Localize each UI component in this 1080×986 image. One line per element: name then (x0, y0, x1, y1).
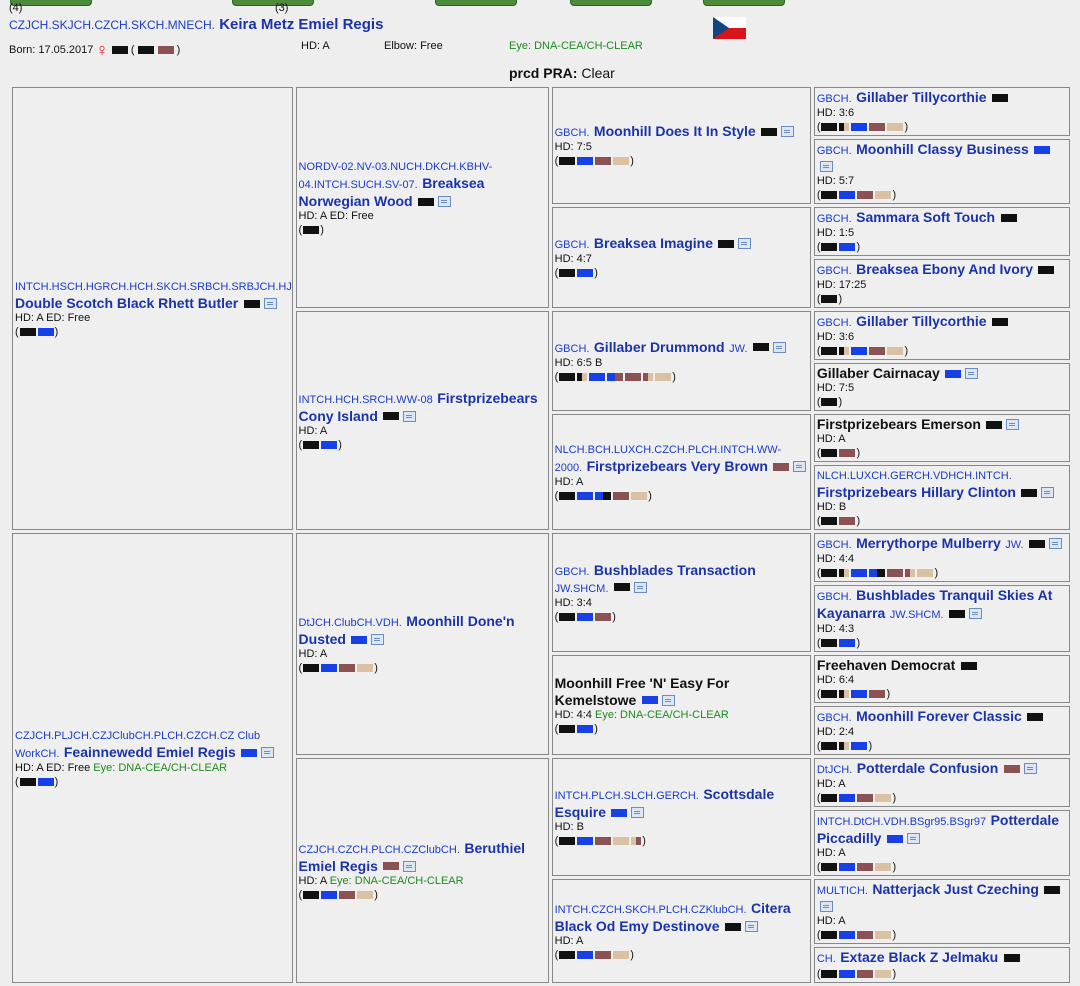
pedigree-cell[interactable]: Gillaber Cairnacay HD: 7:5 () (813, 363, 1070, 411)
pedigree-cell[interactable]: INTCH.PLCH.SLCH.GERCH. Scottsdale Esquir… (551, 758, 811, 876)
pedigree-cell[interactable]: GBCH. Breaksea Imagine HD: 4:7 () (551, 207, 811, 308)
dog-link[interactable]: Breaksea Imagine (594, 235, 713, 251)
pedigree-cell[interactable]: GBCH. Gillaber Tillycorthie HD: 3:6 () (813, 311, 1070, 360)
dog-link[interactable]: Natterjack Just Czeching (872, 881, 1039, 897)
color-swatch (111, 46, 128, 54)
dog-link[interactable]: Moonhill Classy Business (856, 141, 1029, 157)
pedigree-cell[interactable]: INTCH.CZCH.SKCH.PLCH.CZKlubCH. Citera Bl… (551, 879, 811, 983)
document-icon[interactable] (261, 747, 275, 759)
dog-link[interactable]: Firstprizebears Emerson (817, 416, 981, 432)
pedigree-cell[interactable]: GBCH. Bushblades Transaction JW.SHCM. HD… (551, 533, 811, 652)
document-icon[interactable] (403, 410, 417, 422)
dog-link[interactable]: Moonhill Forever Classic (856, 708, 1022, 724)
pedigree-cell[interactable]: NLCH.BCH.LUXCH.CZCH.PLCH.INTCH.WW-2000. … (551, 414, 811, 530)
dog-link[interactable]: Double Scotch Black Rhett Butler (15, 295, 238, 311)
elbow-result: Elbow: Free (384, 40, 443, 52)
czech-flag-icon (713, 17, 746, 39)
eye-result: Eye: DNA-CEA/CH-CLEAR (509, 40, 643, 52)
dog-link[interactable]: Merrythorpe Mulberry (856, 535, 1001, 551)
pedigree-cell[interactable]: Moonhill Free 'N' Easy For Kemelstowe HD… (551, 655, 811, 755)
document-icon[interactable] (1023, 763, 1037, 775)
pedigree-cell[interactable]: GBCH. Merrythorpe Mulberry JW. HD: 4:4 (… (813, 533, 1070, 582)
dog-link[interactable]: Gillaber Tillycorthie (856, 313, 986, 329)
document-icon[interactable] (781, 126, 795, 138)
color-swatch (157, 46, 174, 54)
litter-count-left: (4) (9, 2, 23, 14)
dog-link[interactable]: Breaksea Ebony And Ivory (856, 261, 1033, 277)
document-icon[interactable] (906, 833, 920, 845)
pra-result: prcd PRA: Clear (509, 65, 615, 81)
pedigree-cell[interactable]: GBCH. Gillaber Tillycorthie HD: 3:6 () (813, 87, 1070, 136)
dog-link[interactable]: Sammara Soft Touch (856, 209, 995, 225)
dog-link[interactable]: Gillaber Tillycorthie (856, 89, 986, 105)
document-icon[interactable] (263, 298, 277, 310)
dog-link[interactable]: Moonhill Does It In Style (594, 123, 756, 139)
dog-link[interactable]: Gillaber Drummond (594, 339, 725, 355)
born-row: Born: 17.05.2017 ♀ () (9, 40, 181, 60)
pedigree-cell[interactable]: NORDV-02.NV-03.NUCH.DKCH.KBHV-04.INTCH.S… (295, 87, 549, 308)
document-icon[interactable] (661, 694, 675, 706)
pedigree-cell[interactable]: GBCH. Moonhill Does It In Style HD: 7:5 … (551, 87, 811, 204)
document-icon[interactable] (631, 807, 645, 819)
document-icon[interactable] (1041, 487, 1055, 499)
pedigree-cell[interactable]: GBCH. Sammara Soft Touch HD: 1:5 () (813, 207, 1070, 256)
litter-count-right: (3) (275, 2, 289, 14)
document-icon[interactable] (633, 581, 647, 593)
pedigree-cell[interactable]: Freehaven Democrat HD: 6:4 () (813, 655, 1070, 703)
dog-link[interactable]: Firstprizebears Very Brown (587, 458, 768, 474)
pedigree-cell-dam[interactable]: CZJCH.PLJCH.CZJClubCH.PLCH.CZCH.CZ Club … (12, 533, 293, 983)
document-icon[interactable] (793, 461, 807, 473)
document-icon[interactable] (438, 196, 452, 208)
document-icon[interactable] (1006, 419, 1020, 431)
dog-title: CZJCH.SKJCH.CZCH.SKCH.MNECH. Keira Metz … (9, 16, 383, 33)
pedigree-cell[interactable]: GBCH. Bushblades Tranquil Skies At Kayan… (813, 585, 1070, 652)
document-icon[interactable] (819, 161, 833, 173)
pedigree-cell[interactable]: GBCH. Moonhill Forever Classic HD: 2:4 (… (813, 706, 1070, 755)
dog-link[interactable]: Firstprizebears Hillary Clinton (817, 484, 1016, 500)
pedigree-cell[interactable]: GBCH. Breaksea Ebony And Ivory HD: 17:25… (813, 259, 1070, 308)
pedigree-cell[interactable]: CZJCH.CZCH.PLCH.CZClubCH. Beruthiel Emie… (295, 758, 549, 983)
document-icon[interactable] (745, 921, 759, 933)
born-date: Born: 17.05.2017 (9, 44, 94, 56)
pedigree-cell[interactable]: GBCH. Moonhill Classy Business HD: 5:7 (… (813, 139, 1070, 204)
dog-link[interactable]: Freehaven Democrat (817, 657, 956, 673)
female-icon: ♀ (95, 40, 109, 60)
dog-titles: CZJCH.SKJCH.CZCH.SKCH.MNECH. (9, 18, 216, 32)
pedigree-cell[interactable]: DtJCH.ClubCH.VDH. Moonhill Done'n Dusted… (295, 533, 549, 755)
document-icon[interactable] (969, 608, 982, 620)
hd-result: HD: A (301, 40, 330, 52)
document-icon[interactable] (772, 341, 786, 353)
dog-link[interactable]: Extaze Black Z Jelmaku (840, 949, 998, 965)
dog-name: Keira Metz Emiel Regis (219, 16, 384, 33)
pedigree-cell-sire[interactable]: INTCH.HSCH.HGRCH.HCH.SKCH.SRBCH.SRBJCH.H… (12, 87, 293, 530)
pedigree-table: INTCH.HSCH.HGRCH.HCH.SKCH.SRBCH.SRBJCH.H… (9, 84, 1073, 986)
dog-link[interactable]: Gillaber Cairnacay (817, 365, 940, 381)
document-icon[interactable] (819, 901, 833, 913)
dog-link[interactable]: Bushblades Transaction (594, 562, 756, 578)
document-icon[interactable] (371, 634, 385, 646)
pedigree-cell[interactable]: INTCH.DtCH.VDH.BSgr95.BSgr97 Potterdale … (813, 810, 1070, 876)
pedigree-cell[interactable]: GBCH. Gillaber Drummond JW. HD: 6:5 B () (551, 311, 811, 411)
pedigree-cell[interactable]: DtJCH. Potterdale Confusion HD: A () (813, 758, 1070, 807)
document-icon[interactable] (1049, 538, 1063, 550)
pedigree-cell[interactable]: MULTICH. Natterjack Just Czeching HD: A … (813, 879, 1070, 944)
document-icon[interactable] (403, 860, 417, 872)
pedigree-cell[interactable]: INTCH.HCH.SRCH.WW-08 Firstprizebears Con… (295, 311, 549, 530)
dog-link[interactable]: Feainnewedd Emiel Regis (64, 744, 236, 760)
document-icon[interactable] (738, 238, 752, 250)
dog-header: (4) (3) CZJCH.SKJCH.CZCH.SKCH.MNECH. Kei… (0, 0, 1080, 84)
document-icon[interactable] (965, 368, 979, 380)
pedigree-cell[interactable]: CH. Extaze Black Z Jelmaku () (813, 947, 1070, 983)
pedigree-cell[interactable]: Firstprizebears Emerson HD: A () (813, 414, 1070, 462)
dog-link[interactable]: Potterdale Confusion (857, 760, 999, 776)
color-swatch (137, 46, 154, 54)
pedigree-cell[interactable]: NLCH.LUXCH.GERCH.VDHCH.INTCH. Firstprizeb… (813, 465, 1070, 530)
